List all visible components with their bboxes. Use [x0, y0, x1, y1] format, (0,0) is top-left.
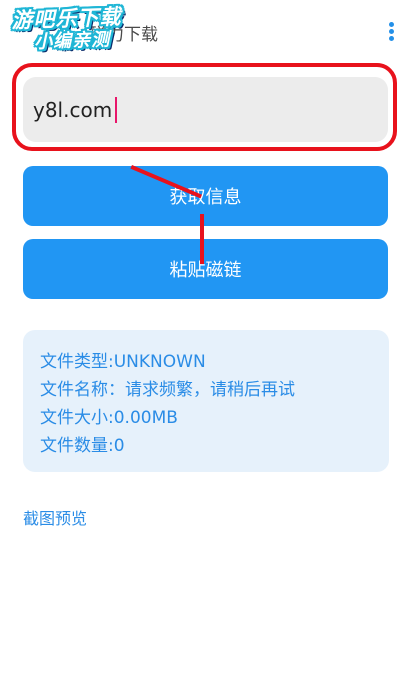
file-count-text: 文件数量:0	[40, 436, 125, 456]
screenshot-preview-link[interactable]: 截图预览	[23, 505, 87, 529]
magnet-link-input-value: y8l.com	[33, 97, 113, 122]
red-arrow-2	[200, 214, 204, 264]
file-type-text: 文件类型:UNKNOWN	[40, 352, 206, 372]
file-size-text: 文件大小:0.00MB	[40, 408, 178, 428]
get-info-button[interactable]: 获取信息	[23, 166, 388, 226]
file-name-text: 文件名称：请求频繁，请稍后再试	[40, 380, 295, 400]
magnet-link-input[interactable]: y8l.com	[23, 77, 388, 142]
top-app-bar: 磁力下载 游吧乐下载 小编亲测	[0, 0, 404, 62]
text-caret	[115, 96, 118, 123]
file-info-card: 文件类型:UNKNOWN 文件名称：请求频繁，请稍后再试 文件大小:0.00MB…	[23, 330, 389, 472]
watermark-logo: 游吧乐下载 小编亲测	[11, 3, 163, 68]
watermark-line-2: 小编亲测	[33, 29, 111, 53]
more-vert-icon[interactable]	[386, 22, 396, 44]
paste-magnet-button[interactable]: 粘贴磁链	[23, 239, 388, 299]
